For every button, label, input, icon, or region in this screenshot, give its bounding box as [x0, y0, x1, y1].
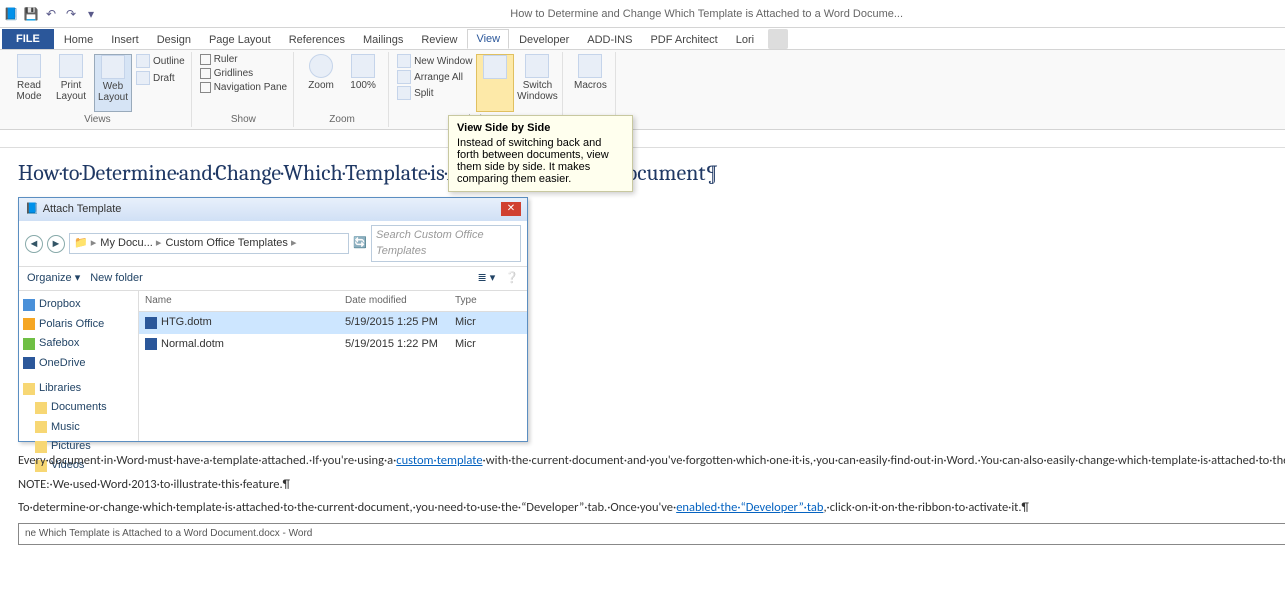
body-paragraph: NOTE:·We·used·Word·2013·to·illustrate·th… — [18, 476, 1285, 494]
window-title: How to Determine and Change Which Templa… — [104, 8, 1285, 20]
tree-safebox[interactable]: Safebox — [23, 334, 134, 353]
tree-dropbox[interactable]: Dropbox — [23, 295, 134, 314]
view-side-by-side-button[interactable] — [476, 54, 514, 112]
group-views: Read Mode Print Layout Web Layout Outlin… — [4, 52, 192, 127]
save-icon[interactable]: 💾 — [24, 7, 38, 21]
tab-mailings[interactable]: Mailings — [355, 31, 411, 49]
split-button[interactable]: Split — [397, 86, 472, 100]
web-layout-button[interactable]: Web Layout — [94, 54, 132, 112]
view-side-by-side-tooltip: View Side by Side Instead of switching b… — [448, 115, 633, 192]
file-row[interactable]: HTG.dotm 5/19/2015 1:25 PM Micr — [139, 312, 527, 333]
group-show: Ruler Gridlines Navigation Pane Show — [194, 52, 294, 127]
user-avatar[interactable] — [768, 29, 788, 49]
tab-user[interactable]: Lori — [728, 31, 762, 49]
new-window-button[interactable]: New Window — [397, 54, 472, 68]
refresh-icon[interactable]: 🔄 — [353, 236, 367, 251]
doc-heading: How·to·Determine·and·Change·Which·Templa… — [18, 158, 1285, 189]
nav-pane-checkbox[interactable]: Navigation Pane — [200, 82, 287, 93]
undo-icon[interactable]: ↶ — [44, 7, 58, 21]
col-date[interactable]: Date modified — [339, 291, 449, 311]
embedded-window-titlebar: ne Which Template is Attached to a Word … — [18, 523, 1285, 545]
document-area: How·to·Determine·and·Change·Which·Templa… — [0, 148, 1285, 593]
tab-file[interactable]: FILE — [2, 29, 54, 49]
nav-tree: Dropbox Polaris Office Safebox OneDrive … — [19, 291, 139, 441]
file-list: Name Date modified Type HTG.dotm 5/19/20… — [139, 291, 527, 441]
tree-music[interactable]: Music — [23, 418, 134, 437]
ribbon-tabs: FILE Home Insert Design Page Layout Refe… — [0, 28, 1285, 50]
col-name[interactable]: Name — [139, 291, 339, 311]
file-row[interactable]: Normal.dotm 5/19/2015 1:22 PM Micr — [139, 334, 527, 355]
ruler-checkbox[interactable]: Ruler — [200, 54, 287, 65]
redo-icon[interactable]: ↷ — [64, 7, 78, 21]
search-input[interactable]: Search Custom Office Templates — [371, 225, 521, 262]
zoom-100-button[interactable]: 100% — [344, 54, 382, 112]
macros-button[interactable]: Macros — [571, 54, 609, 112]
tree-libraries[interactable]: Libraries — [23, 379, 134, 398]
tab-page-layout[interactable]: Page Layout — [201, 31, 279, 49]
tab-addins[interactable]: ADD-INS — [579, 31, 640, 49]
body-paragraph: To·determine·or·change·which·template·is… — [18, 499, 1285, 517]
tab-home[interactable]: Home — [56, 31, 101, 49]
word-window-left: 📘 💾 ↶ ↷ ▾ How to Determine and Change Wh… — [0, 0, 1285, 593]
titlebar: 📘 💾 ↶ ↷ ▾ How to Determine and Change Wh… — [0, 0, 1285, 28]
zoom-button[interactable]: Zoom — [302, 54, 340, 112]
draft-button[interactable]: Draft — [136, 71, 185, 85]
word-icon: 📘 — [25, 202, 39, 217]
dialog-close-icon[interactable]: ✕ — [501, 202, 521, 216]
forward-button[interactable]: ► — [47, 235, 65, 253]
col-type[interactable]: Type — [449, 291, 527, 311]
tree-onedrive[interactable]: OneDrive — [23, 354, 134, 373]
new-folder-button[interactable]: New folder — [90, 271, 143, 286]
ruler[interactable] — [0, 130, 1285, 148]
organize-menu[interactable]: Organize ▾ — [27, 271, 80, 286]
attach-template-dialog: 📘 Attach Template ✕ ◄ ► 📁 My Docu... Cus… — [18, 197, 528, 443]
switch-windows-button[interactable]: Switch Windows — [518, 54, 556, 112]
print-layout-button[interactable]: Print Layout — [52, 54, 90, 112]
arrange-all-button[interactable]: Arrange All — [397, 70, 472, 84]
tab-design[interactable]: Design — [149, 31, 199, 49]
custom-template-link[interactable]: custom·template — [396, 453, 482, 468]
outline-button[interactable]: Outline — [136, 54, 185, 68]
tab-insert[interactable]: Insert — [103, 31, 147, 49]
dialog-titlebar[interactable]: 📘 Attach Template ✕ — [19, 198, 527, 221]
tab-review[interactable]: Review — [413, 31, 465, 49]
breadcrumb[interactable]: 📁 My Docu... Custom Office Templates — [69, 233, 349, 254]
tab-view[interactable]: View — [467, 29, 509, 49]
ribbon-view: Read Mode Print Layout Web Layout Outlin… — [0, 50, 1285, 130]
view-options-icon[interactable]: ≣ ▾ — [478, 271, 496, 286]
qat-icon[interactable]: ▾ — [84, 7, 98, 21]
tab-developer[interactable]: Developer — [511, 31, 577, 49]
body-paragraph: Every·document·in·Word·must·have·a·templ… — [18, 452, 1285, 470]
tab-pdf-architect[interactable]: PDF Architect — [642, 31, 725, 49]
tree-polaris[interactable]: Polaris Office — [23, 315, 134, 334]
developer-tab-link[interactable]: enabled·the·“Developer”·tab — [676, 500, 823, 515]
read-mode-button[interactable]: Read Mode — [10, 54, 48, 112]
gridlines-checkbox[interactable]: Gridlines — [200, 68, 287, 79]
back-button[interactable]: ◄ — [25, 235, 43, 253]
tab-references[interactable]: References — [281, 31, 353, 49]
help-icon[interactable]: ❔ — [505, 271, 519, 286]
tree-documents[interactable]: Documents — [23, 398, 134, 417]
word-icon: 📘 — [4, 7, 18, 21]
group-zoom: Zoom 100% Zoom — [296, 52, 389, 127]
